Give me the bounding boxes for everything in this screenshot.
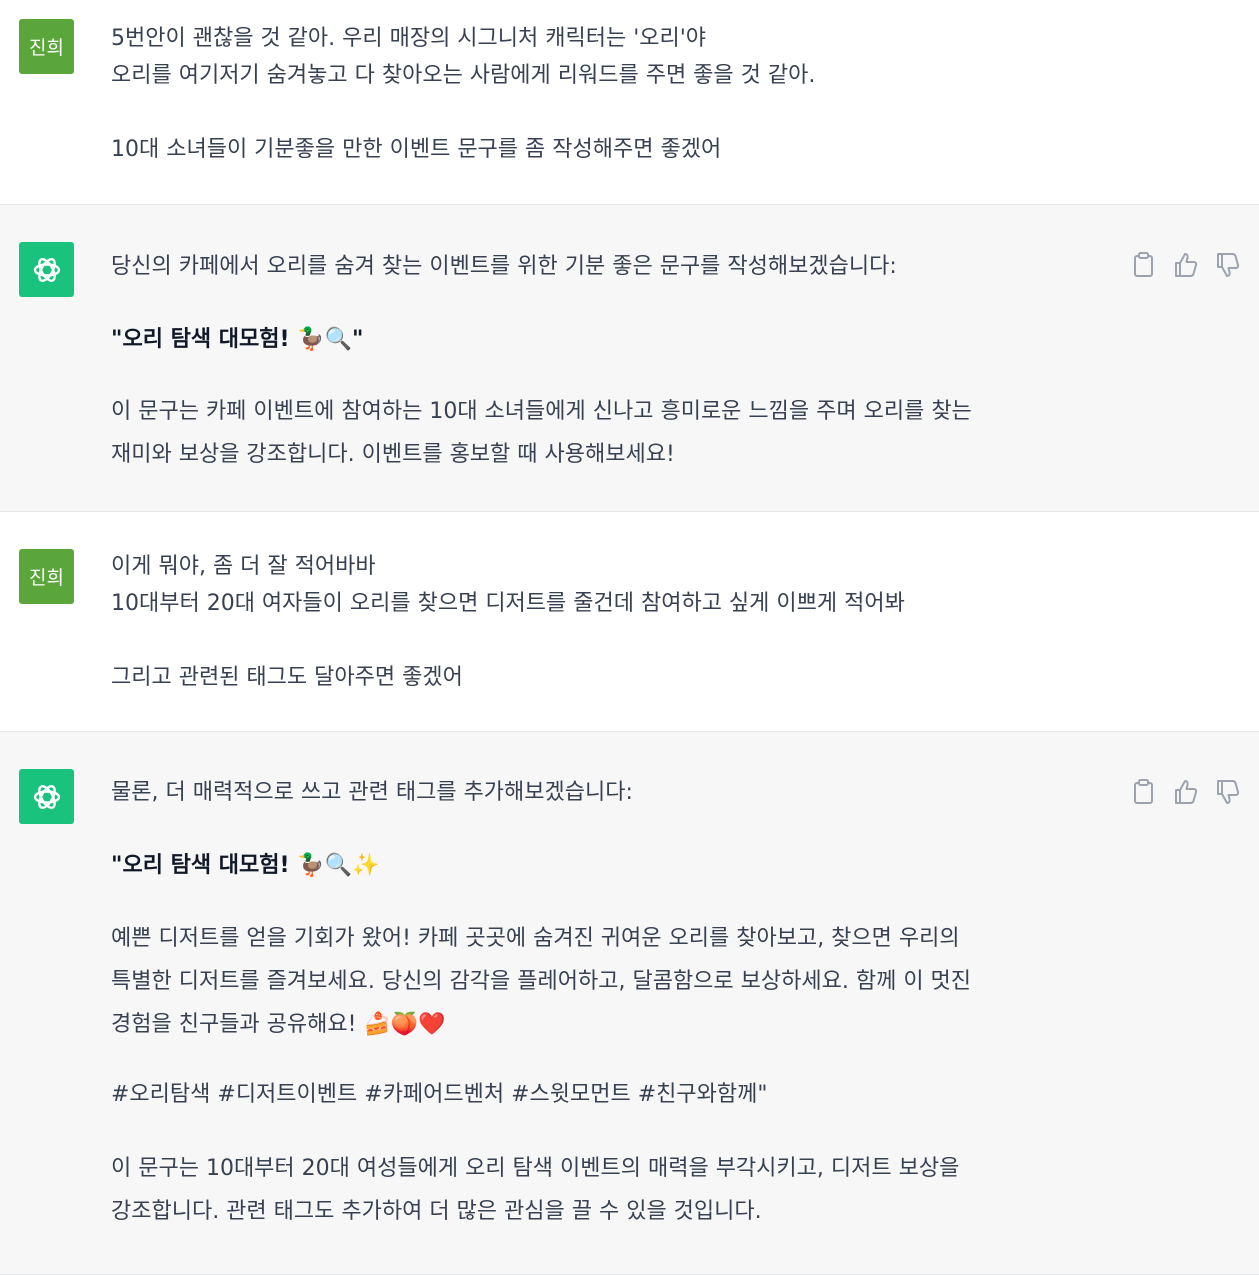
paragraph-line: 강조합니다. 관련 태그도 추가하여 더 많은 관심을 끌 수 있을 것입니다.	[111, 1199, 762, 1224]
assistant-message-text: 당신의 카페에서 오리를 숨겨 찾는 이벤트를 위한 기분 좋은 문구를 작성해…	[111, 248, 1121, 476]
user-avatar-label: 진희	[29, 37, 64, 59]
user-avatar-label: 진희	[29, 567, 64, 589]
openai-logo-icon	[19, 242, 74, 297]
paragraph-line: 경험을 친구들과 공유해요! 🍰🍑❤️	[111, 1012, 446, 1037]
user-avatar: 진희	[19, 549, 74, 604]
user-message: 진희 5번안이 괜찮을 것 같아. 우리 매장의 시그니처 캐릭터는 '오리'야…	[0, 0, 1259, 205]
thumbs-up-icon[interactable]	[1173, 251, 1199, 279]
message-line: 오리를 여기저기 숨겨놓고 다 찾아오는 사람에게 리워드를 주면 좋을 것 같…	[111, 63, 816, 88]
user-message: 진희 이게 뭐야, 좀 더 잘 적어바바 10대부터 20대 여자들이 오리를 …	[0, 512, 1259, 732]
message-line: 이게 뭐야, 좀 더 잘 적어바바	[111, 554, 376, 579]
openai-logo-icon	[33, 257, 60, 282]
openai-logo-icon	[19, 769, 74, 824]
message-line: 10대부터 20대 여자들이 오리를 찾으면 디저트를 줄건데 참여하고 싶게 …	[111, 591, 905, 616]
paragraph-line: 이 문구는 카페 이벤트에 참여하는 10대 소녀들에게 신나고 흥미로운 느낌…	[111, 399, 972, 424]
user-avatar: 진희	[19, 19, 74, 74]
message-line: 그리고 관련된 태그도 달아주면 좋겠어	[111, 665, 463, 690]
event-headline: "오리 탐색 대모험! 🦆🔍✨	[111, 853, 380, 878]
event-headline: "오리 탐색 대모험! 🦆🔍"	[111, 327, 364, 352]
user-message-text: 이게 뭐야, 좀 더 잘 적어바바 10대부터 20대 여자들이 오리를 찾으면…	[111, 548, 1121, 696]
paragraph-line: 예쁜 디저트를 얻을 기회가 왔어! 카페 곳곳에 숨겨진 귀여운 오리를 찾아…	[111, 926, 960, 951]
thumbs-up-icon[interactable]	[1173, 778, 1199, 806]
assistant-message: 당신의 카페에서 오리를 숨겨 찾는 이벤트를 위한 기분 좋은 문구를 작성해…	[0, 205, 1259, 512]
copy-icon[interactable]	[1131, 778, 1157, 806]
thumbs-down-icon[interactable]	[1215, 251, 1241, 279]
conversation-thread: 진희 5번안이 괜찮을 것 같아. 우리 매장의 시그니처 캐릭터는 '오리'야…	[0, 0, 1259, 1275]
message-actions	[1131, 251, 1241, 279]
paragraph-line: 특별한 디저트를 즐겨보세요. 당신의 감각을 플레어하고, 달콤함으로 보상하…	[111, 969, 972, 994]
assistant-message-text: 물론, 더 매력적으로 쓰고 관련 태그를 추가해보겠습니다: "오리 탐색 대…	[111, 774, 1121, 1233]
assistant-intro: 물론, 더 매력적으로 쓰고 관련 태그를 추가해보겠습니다:	[111, 780, 633, 805]
assistant-message: 물론, 더 매력적으로 쓰고 관련 태그를 추가해보겠습니다: "오리 탐색 대…	[0, 732, 1259, 1275]
paragraph-line: 이 문구는 10대부터 20대 여성들에게 오리 탐색 이벤트의 매력을 부각시…	[111, 1156, 960, 1181]
message-line: 10대 소녀들이 기분좋을 만한 이벤트 문구를 좀 작성해주면 좋겠어	[111, 137, 722, 162]
thumbs-down-icon[interactable]	[1215, 778, 1241, 806]
paragraph-line: 재미와 보상을 강조합니다. 이벤트를 홍보할 때 사용해보세요!	[111, 442, 675, 467]
message-line: 5번안이 괜찮을 것 같아. 우리 매장의 시그니처 캐릭터는 '오리'야	[111, 26, 707, 51]
openai-logo-icon	[33, 784, 60, 809]
message-actions	[1131, 778, 1241, 806]
assistant-intro: 당신의 카페에서 오리를 숨겨 찾는 이벤트를 위한 기분 좋은 문구를 작성해…	[111, 254, 897, 279]
copy-icon[interactable]	[1131, 251, 1157, 279]
user-message-text: 5번안이 괜찮을 것 같아. 우리 매장의 시그니처 캐릭터는 '오리'야 오리…	[111, 20, 1121, 168]
hashtags: #오리탐색 #디저트이벤트 #카페어드벤처 #스윗모먼트 #친구와함께"	[111, 1082, 768, 1107]
